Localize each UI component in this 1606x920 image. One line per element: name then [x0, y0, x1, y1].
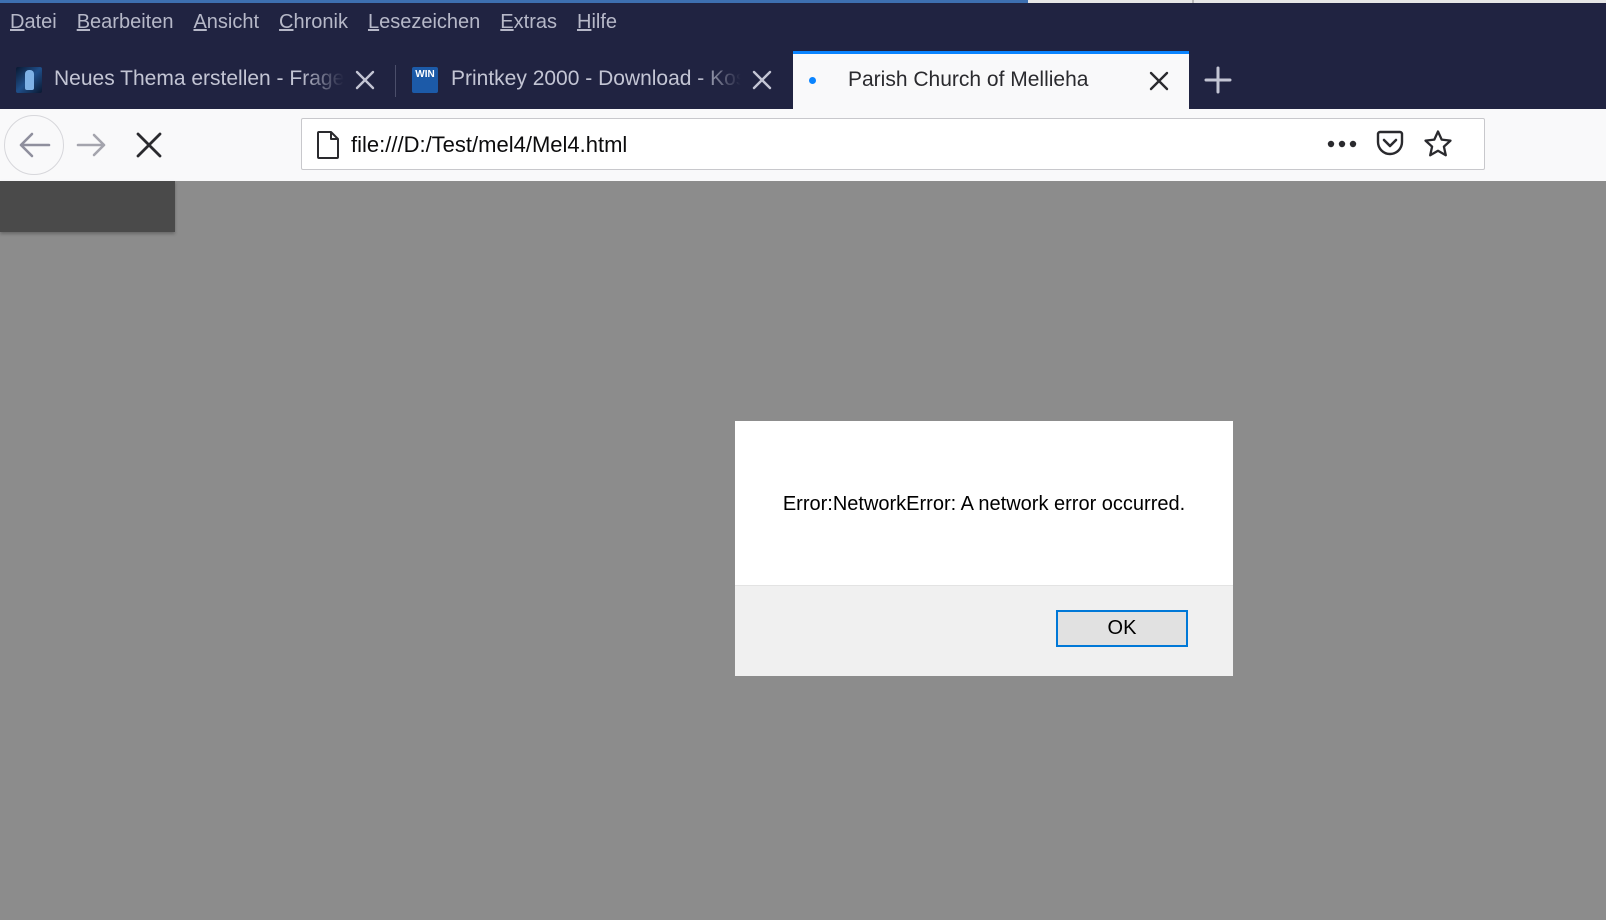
menu-datei[interactable]: Datei [0, 11, 67, 34]
navigation-toolbar: file:///D:/Test/mel4/Mel4.html [0, 109, 1606, 181]
page-actions-button[interactable] [1324, 129, 1360, 159]
close-tab-icon[interactable] [1148, 70, 1170, 92]
menu-accel: C [279, 10, 294, 33]
menu-label: xtras [513, 10, 557, 33]
menu-bar: Datei Bearbeiten Ansicht Chronik Lesezei… [0, 6, 627, 38]
forward-button[interactable] [72, 127, 112, 163]
favicon-text: WIN [415, 69, 435, 80]
menu-lesezeichen[interactable]: Lesezeichen [358, 11, 490, 34]
new-tab-button[interactable] [1200, 62, 1236, 98]
more-dots-icon [1327, 140, 1357, 148]
browser-chrome: Datei Bearbeiten Ansicht Chronik Lesezei… [0, 0, 1606, 109]
menu-label: atei [24, 10, 57, 33]
forum-favicon-icon [16, 67, 42, 93]
back-button[interactable] [4, 115, 64, 175]
close-tab-icon[interactable] [751, 69, 773, 91]
menu-accel: E [500, 10, 514, 33]
dialog-body: Error:NetworkError: A network error occu… [735, 421, 1233, 585]
menu-extras[interactable]: Extras [490, 11, 567, 34]
ok-button[interactable]: OK [1056, 610, 1188, 647]
menu-ansicht[interactable]: Ansicht [183, 11, 269, 34]
taskbar-strip [0, 0, 1028, 3]
menu-label: esezeichen [379, 10, 481, 33]
browser-window: Datei Bearbeiten Ansicht Chronik Lesezei… [0, 0, 1606, 920]
tab-parish-church[interactable]: Parish Church of Mellieha [793, 51, 1189, 109]
tab-title: Printkey 2000 - Download - Kostenlos [451, 67, 741, 90]
menu-bearbeiten[interactable]: Bearbeiten [67, 11, 184, 34]
tab-title: Neues Thema erstellen - Fragen [54, 67, 344, 90]
menu-accel: D [10, 10, 25, 33]
wintotal-favicon-icon: WIN [412, 67, 438, 93]
page-header-block [0, 181, 175, 232]
menu-label: hronik [293, 10, 348, 33]
stop-x-icon [136, 132, 162, 158]
url-text[interactable]: file:///D:/Test/mel4/Mel4.html [351, 132, 627, 158]
plus-icon [1204, 66, 1232, 94]
error-message: Error:NetworkError: A network error occu… [782, 492, 1186, 515]
pocket-icon [1376, 130, 1404, 156]
pocket-button[interactable] [1372, 128, 1408, 160]
dialog-footer: OK [735, 585, 1233, 676]
alert-dialog: Error:NetworkError: A network error occu… [734, 420, 1234, 676]
close-tab-icon[interactable] [354, 69, 376, 91]
back-arrow-icon [19, 132, 51, 158]
star-icon [1424, 130, 1452, 157]
menu-accel: B [76, 10, 91, 33]
bookmark-star-button[interactable] [1420, 127, 1456, 161]
tab-neues-thema[interactable]: Neues Thema erstellen - Fragen [0, 51, 395, 109]
menu-label: earbeiten [90, 10, 174, 33]
page-content: Error:NetworkError: A network error occu… [0, 181, 1606, 920]
tab-title: Parish Church of Mellieha [848, 68, 1089, 91]
url-bar[interactable]: file:///D:/Test/mel4/Mel4.html [301, 118, 1485, 170]
taskbar-divider [1192, 0, 1194, 3]
menu-chronik[interactable]: Chronik [269, 11, 358, 34]
taskbar-strip-right [1028, 0, 1606, 3]
tab-printkey[interactable]: WIN Printkey 2000 - Download - Kostenlos [396, 51, 792, 109]
forward-arrow-icon [76, 133, 106, 157]
menu-label: ilfe [591, 10, 618, 33]
page-document-icon [317, 131, 339, 159]
stop-button[interactable] [130, 127, 168, 163]
menu-accel: A [193, 10, 207, 33]
loading-indicator-icon [809, 77, 816, 84]
menu-hilfe[interactable]: Hilfe [567, 11, 627, 34]
menu-accel: L [367, 10, 380, 33]
menu-label: nsicht [206, 10, 260, 33]
menu-accel: H [576, 10, 592, 33]
tab-strip: Neues Thema erstellen - Fragen WIN Print… [0, 51, 1606, 109]
